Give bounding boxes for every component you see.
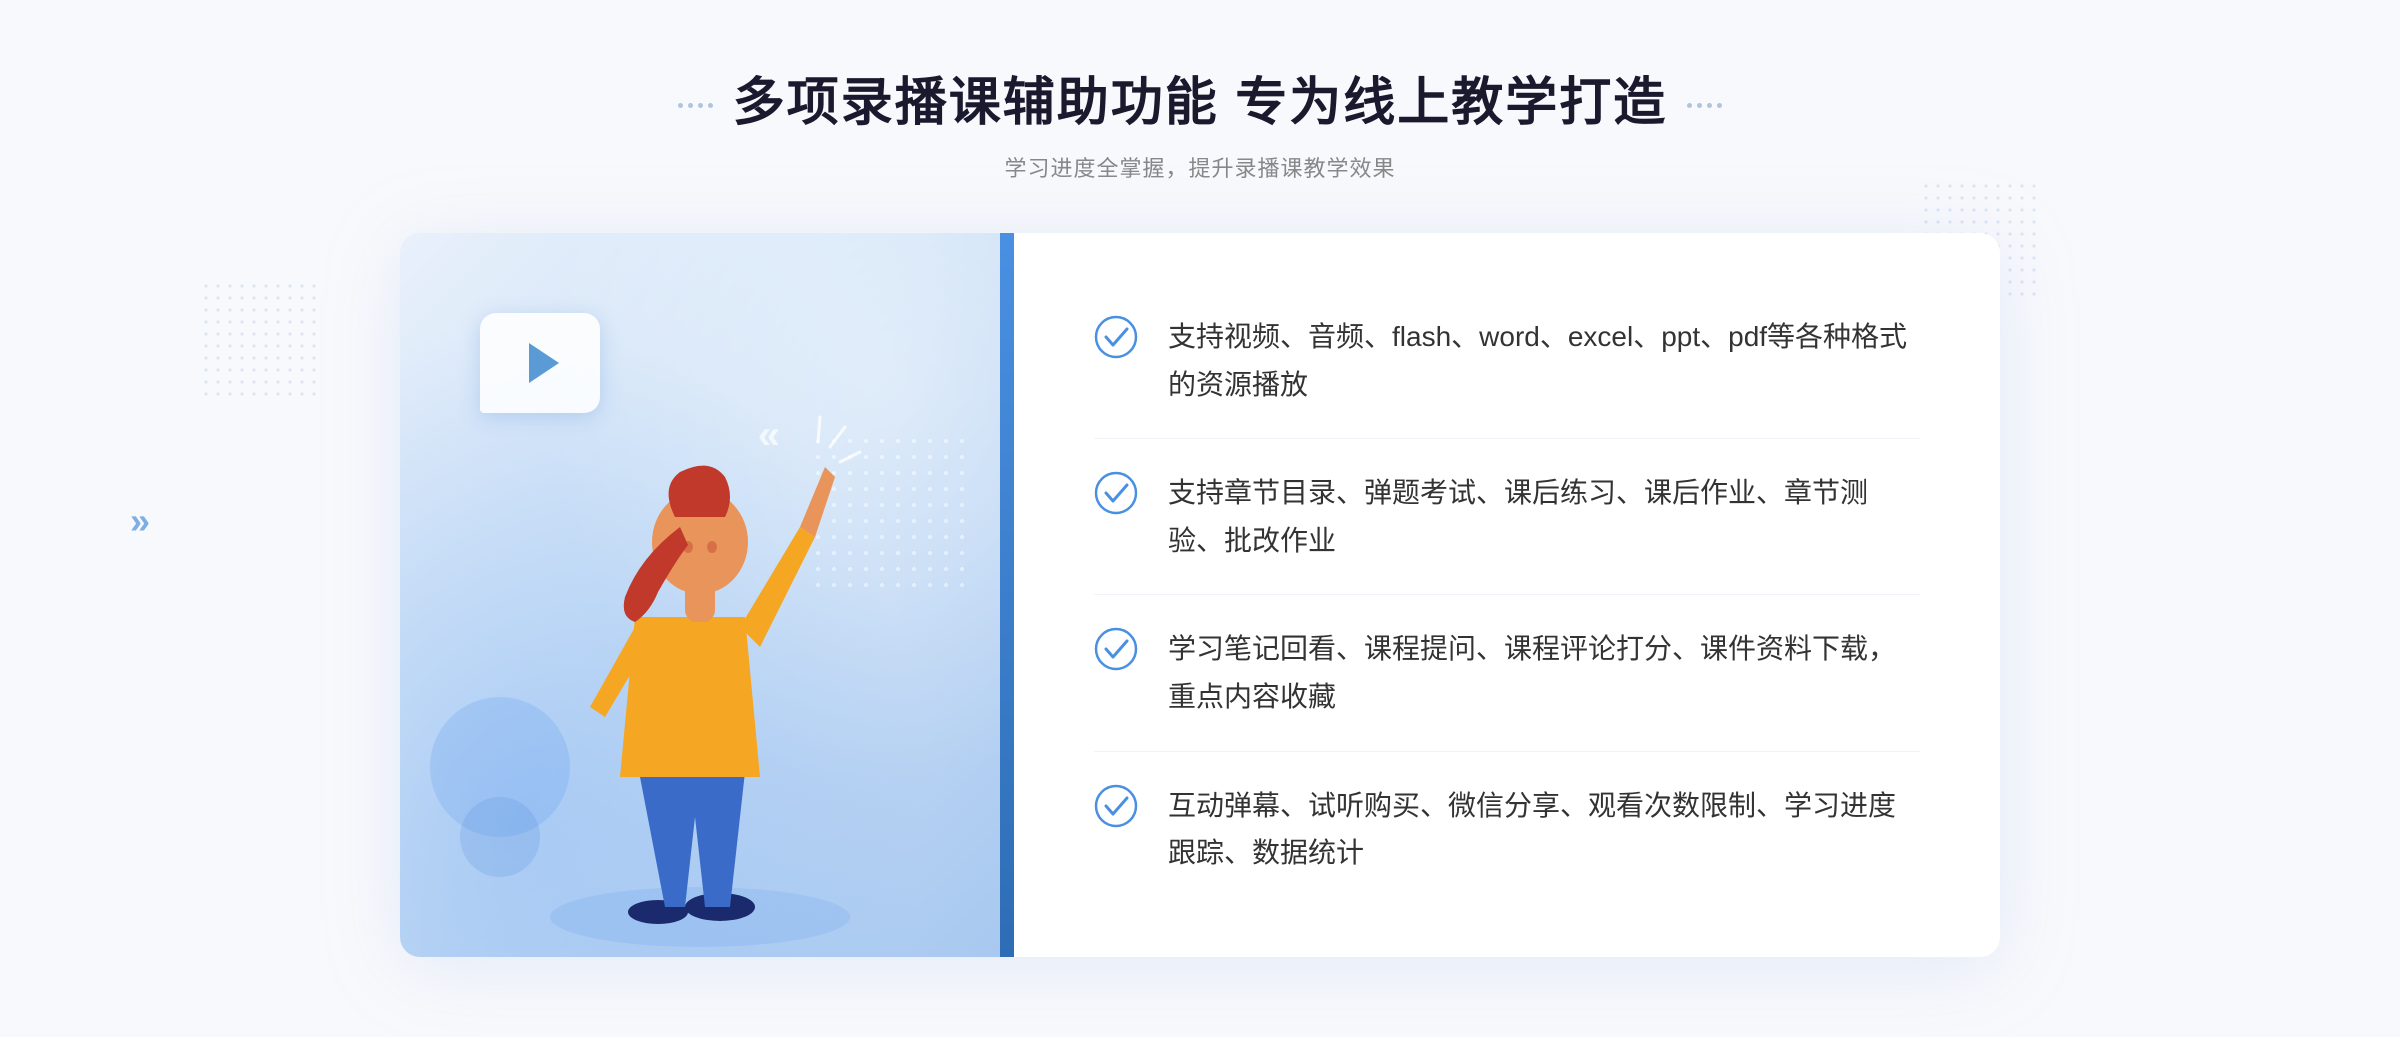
header-decorators: 多项录播课辅助功能 专为线上教学打造 <box>678 60 1722 151</box>
feature-item-2: 支持章节目录、弹题考试、课后练习、课后作业、章节测验、批改作业 <box>1094 439 1920 595</box>
feature-item-4: 互动弹幕、试听购买、微信分享、观看次数限制、学习进度跟踪、数据统计 <box>1094 752 1920 907</box>
feature-text-4: 互动弹幕、试听购买、微信分享、观看次数限制、学习进度跟踪、数据统计 <box>1168 782 1920 877</box>
check-icon-3 <box>1094 627 1138 671</box>
feature-text-2: 支持章节目录、弹题考试、课后练习、课后作业、章节测验、批改作业 <box>1168 469 1920 564</box>
feature-text-3: 学习笔记回看、课程提问、课程评论打分、课件资料下载，重点内容收藏 <box>1168 625 1920 720</box>
page-container: » 多项录播课辅助功能 专为线上教学打造 学习进度全掌握，提升录播课教学效果 « <box>0 0 2400 1037</box>
check-icon-4 <box>1094 784 1138 828</box>
chevron-left-decoration: » <box>130 500 150 542</box>
card-wrapper: « <box>400 233 2000 957</box>
accent-divider-bar <box>1000 233 1014 957</box>
play-triangle-icon <box>529 343 559 383</box>
dot-pattern-left <box>200 280 320 400</box>
illustration-panel: « <box>400 233 1000 957</box>
check-icon-2 <box>1094 471 1138 515</box>
decorator-dots-left <box>678 103 713 108</box>
header-section: 多项录播课辅助功能 专为线上教学打造 学习进度全掌握，提升录播课教学效果 <box>678 60 1722 183</box>
feature-item-3: 学习笔记回看、课程提问、课程评论打分、课件资料下载，重点内容收藏 <box>1094 595 1920 751</box>
feature-text-1: 支持视频、音频、flash、word、excel、ppt、pdf等各种格式的资源… <box>1168 313 1920 408</box>
person-illustration <box>510 397 890 957</box>
feature-item-1: 支持视频、音频、flash、word、excel、ppt、pdf等各种格式的资源… <box>1094 283 1920 439</box>
check-icon-1 <box>1094 315 1138 359</box>
features-panel: 支持视频、音频、flash、word、excel、ppt、pdf等各种格式的资源… <box>1014 233 2000 957</box>
decorator-dots-right <box>1687 103 1722 108</box>
main-title: 多项录播课辅助功能 专为线上教学打造 <box>733 60 1667 135</box>
sub-title: 学习进度全掌握，提升录播课教学效果 <box>678 151 1722 183</box>
